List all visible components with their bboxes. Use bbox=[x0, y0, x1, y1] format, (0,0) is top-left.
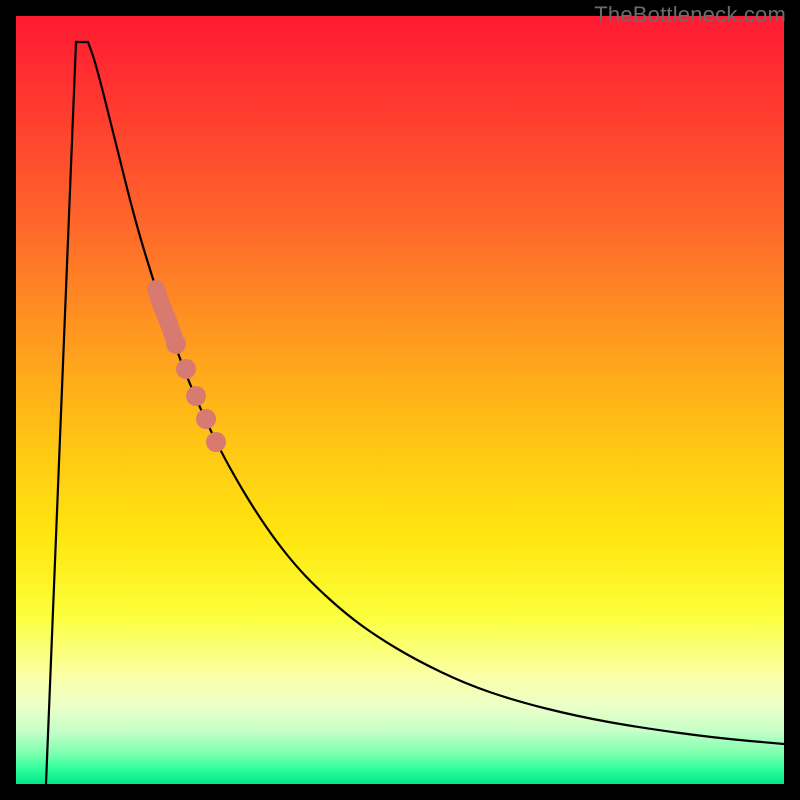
chart-frame: TheBottleneck.com bbox=[0, 0, 800, 800]
highlight-dot bbox=[206, 432, 226, 452]
chart-svg bbox=[16, 16, 784, 784]
bottleneck-curve bbox=[46, 42, 784, 784]
attribution-label: TheBottleneck.com bbox=[594, 2, 786, 28]
highlight-dot bbox=[196, 409, 216, 429]
highlight-dot bbox=[176, 359, 196, 379]
highlight-segment bbox=[149, 282, 226, 452]
highlight-dot bbox=[159, 312, 177, 330]
highlight-dot bbox=[166, 334, 186, 354]
highlight-dot bbox=[154, 297, 168, 311]
highlight-dot bbox=[186, 386, 206, 406]
highlight-dot bbox=[149, 282, 163, 296]
